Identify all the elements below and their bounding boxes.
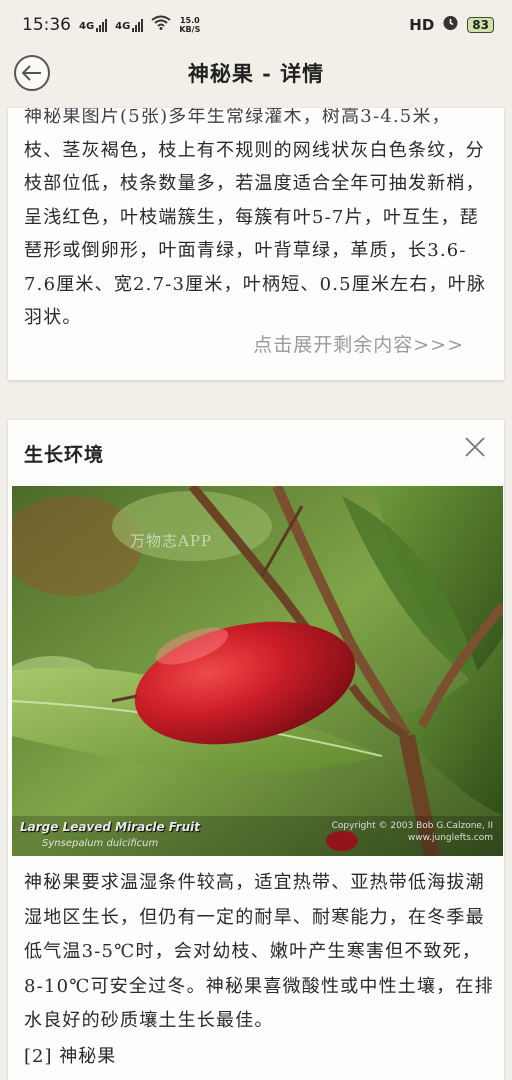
signal-icon-2: 4G (115, 18, 144, 32)
intro-paragraph: 枝、茎灰褐色，枝上有不规则的网线状灰白色条纹，分枝部位低，枝条数量多，若温度适合… (24, 139, 487, 329)
wifi-icon (151, 15, 171, 35)
signal-icon-1: 4G (79, 18, 108, 32)
network-type-2: 4G (115, 20, 131, 32)
intro-text: 神秘果图片(5张)多年生常绿灌木，树高3-4.5米， 枝、茎灰褐色，枝上有不规则… (24, 108, 494, 335)
close-icon (465, 437, 485, 457)
expand-more-link[interactable]: 点击展开剩余内容>>> (253, 330, 464, 357)
status-bar: 15:36 4G 4G 15.0 KB/S HD 83 (0, 0, 512, 50)
network-type-1: 4G (79, 20, 95, 32)
reference-label[interactable]: [2] 神秘果 (24, 1042, 116, 1068)
speed-value: 15.0 (179, 16, 200, 25)
close-button[interactable] (462, 434, 488, 460)
hd-label: HD (409, 16, 435, 34)
intro-partial-line: 神秘果图片(5张)多年生常绿灌木，树高3-4.5米， (24, 108, 451, 127)
network-speed: 15.0 KB/S (179, 16, 200, 34)
status-left: 15:36 4G 4G 15.0 KB/S (22, 15, 200, 35)
section-title: 生长环境 (24, 444, 105, 466)
copyright-site: www.junglefts.com (407, 833, 493, 843)
page-title: 神秘果 - 详情 (187, 61, 325, 86)
back-arrow-icon (22, 65, 41, 81)
nav-bar: 神秘果 - 详情 (0, 50, 512, 108)
clock: 15:36 (22, 15, 71, 35)
intro-card: 神秘果图片(5张)多年生常绿灌木，树高3-4.5米， 枝、茎灰褐色，枝上有不规则… (8, 108, 504, 380)
copyright-text: Copyright © 2003 Bob G.Calzone, II (331, 821, 493, 831)
image-copyright: Copyright © 2003 Bob G.Calzone, II www.j… (332, 820, 493, 844)
battery-icon: 83 (467, 17, 494, 33)
image-caption: Large Leaved Miracle Fruit (20, 820, 200, 834)
alarm-icon (442, 14, 459, 36)
status-right: HD 83 (409, 14, 494, 36)
environment-paragraph: 神秘果要求温湿条件较高，适宜热带、亚热带低海拔潮湿地区生长，但仍有一定的耐旱、耐… (24, 872, 494, 1031)
speed-unit: KB/S (179, 25, 201, 34)
miracle-fruit-photo[interactable]: 万物志APP Large Leaved Miracle Fruit Synsep… (12, 486, 503, 856)
image-caption-latin: Synsepalum dulcificum (42, 838, 159, 849)
back-button[interactable] (14, 55, 50, 91)
image-watermark: 万物志APP (130, 532, 213, 550)
environment-card: 生长环境 万物志APP Large Leaved Miracle Fruit S… (8, 420, 504, 1080)
